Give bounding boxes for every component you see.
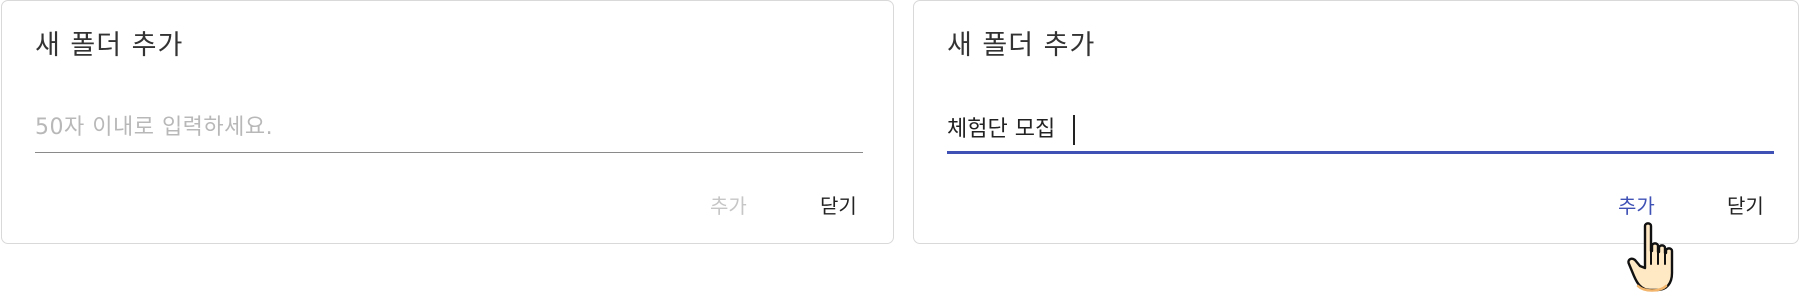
folder-name-field [35,105,863,153]
folder-name-input[interactable] [35,105,863,149]
folder-name-input[interactable] [947,105,1774,149]
input-underline-focused [947,151,1774,154]
dialog-title: 새 폴더 추가 [35,30,184,61]
add-button[interactable]: 추가 [1618,191,1655,221]
dialog-title: 새 폴더 추가 [947,30,1096,61]
input-underline [35,152,863,153]
close-button[interactable]: 닫기 [820,191,857,221]
folder-name-field-focused [947,105,1774,154]
add-button-disabled[interactable]: 추가 [710,191,747,221]
stage: 새 폴더 추가 추가 닫기 새 폴더 추가 추가 닫기 [0,0,1800,300]
text-caret [1073,115,1075,145]
hand-pointer-cursor-icon [1627,222,1674,292]
close-button[interactable]: 닫기 [1727,191,1764,221]
new-folder-dialog-filled: 새 폴더 추가 추가 닫기 [913,0,1799,244]
new-folder-dialog-empty: 새 폴더 추가 추가 닫기 [1,0,894,244]
